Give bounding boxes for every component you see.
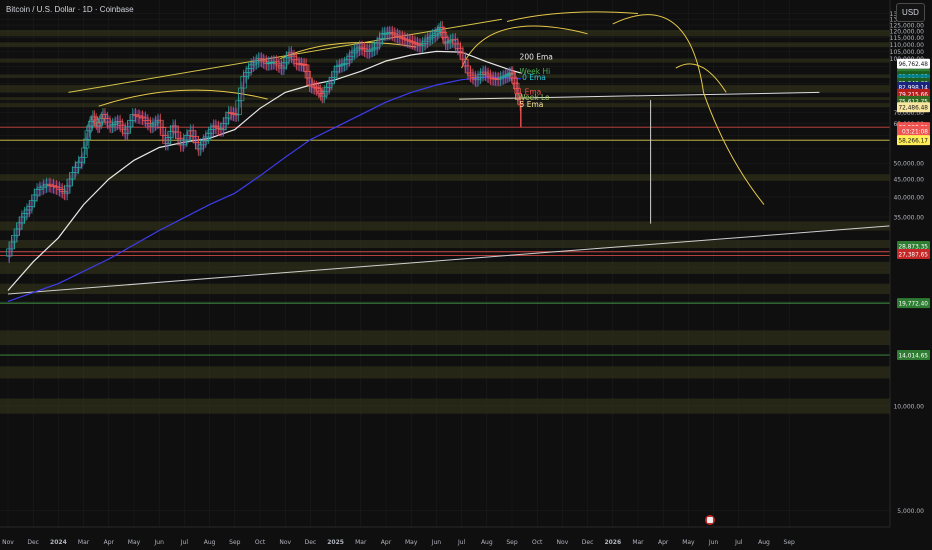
indicator-annotation: 0 Ema — [522, 73, 546, 82]
x-tick-label: Dec — [27, 539, 39, 546]
x-tick-label: 2026 — [604, 539, 621, 546]
x-tick-label: Aug — [204, 539, 216, 546]
y-tick-label: 50,000.00 — [893, 161, 924, 168]
price-zone — [0, 398, 890, 414]
price-zone — [0, 240, 890, 249]
support-resistance-zones — [0, 29, 890, 414]
x-tick-label: Dec — [305, 539, 317, 546]
x-tick-label: Sep — [784, 539, 796, 546]
x-tick-label: Aug — [758, 539, 770, 546]
price-tag-label: 27,387.65 — [898, 253, 928, 259]
time-axis: Nov Dec 2024 Mar Apr May Jun Jul Aug Sep Oct Nov Dec… — [0, 526, 890, 550]
event-flag-icon — [705, 515, 715, 525]
flag-icon — [707, 517, 713, 523]
y-tick-label: 105,000.00 — [890, 49, 925, 56]
x-tick-label: Sep — [506, 539, 518, 546]
x-tick-label: Apr — [658, 539, 669, 546]
price-zone — [0, 174, 890, 181]
price-zone — [0, 261, 890, 274]
indicator-annotation: 200 Ema — [520, 52, 553, 61]
price-zone — [0, 97, 890, 101]
x-tick-label: Mar — [632, 539, 644, 546]
indicator-annotations: 200 EmaWeek Hi0 EmaEmaLWeek Lo5 Ema — [515, 52, 553, 108]
x-tick-label: Jun — [431, 539, 442, 546]
x-tick-label: Oct — [532, 539, 543, 546]
x-tick-label: Jul — [180, 539, 189, 546]
x-tick-label: 2024 — [50, 539, 67, 546]
price-chart[interactable]: 200 EmaWeek Hi0 EmaEmaLWeek Lo5 Ema 135,… — [0, 0, 932, 550]
x-tick-label: Aug — [481, 539, 493, 546]
x-tick-label: Dec — [582, 539, 594, 546]
y-tick-label: 5,000.00 — [897, 508, 924, 515]
price-zone — [0, 283, 890, 295]
x-tick-label: Jul — [734, 539, 743, 546]
price-zone — [0, 85, 890, 93]
x-tick-label: 2025 — [327, 539, 344, 546]
price-zone — [0, 58, 890, 63]
x-tick-label: Apr — [381, 539, 392, 546]
price-zone — [0, 366, 890, 379]
y-tick-label: 10,000.00 — [893, 403, 924, 410]
x-tick-label: May — [405, 539, 418, 546]
price-zone — [0, 221, 890, 231]
y-tick-label: 35,000.00 — [893, 215, 924, 222]
y-tick-label: 45,000.00 — [893, 177, 924, 184]
price-tag-label: 58,266.17 — [898, 139, 928, 145]
x-tick-label: Nov — [557, 539, 569, 546]
price-tag-label: 14,014.65 — [898, 354, 928, 360]
x-tick-label: Apr — [104, 539, 115, 546]
x-tick-label: Jun — [708, 539, 719, 546]
price-tag-label: 72,486.48 — [898, 106, 928, 112]
x-tick-label: May — [682, 539, 695, 546]
x-tick-label: Sep — [229, 539, 241, 546]
price-tag-label: 96,762.48 — [898, 62, 928, 68]
price-zone — [0, 74, 890, 79]
price-zone — [0, 330, 890, 345]
y-tick-label: 40,000.00 — [893, 194, 924, 201]
price-tag-label: 03:21:08 — [902, 130, 928, 136]
x-tick-label: Oct — [255, 539, 266, 546]
x-tick-label: Jul — [457, 539, 466, 546]
currency-button[interactable]: USD — [896, 3, 925, 22]
price-tag-label: 19,772.40 — [898, 302, 928, 308]
x-tick-label: Mar — [355, 539, 367, 546]
x-tick-label: Nov — [279, 539, 291, 546]
x-tick-label: May — [128, 539, 141, 546]
price-zone — [0, 103, 890, 108]
x-tick-label: Jun — [154, 539, 165, 546]
y-tick-label: 110,000.00 — [890, 42, 925, 49]
x-tick-label: Nov — [2, 539, 14, 546]
x-tick-label: Mar — [78, 539, 90, 546]
chart-title: Bitcoin / U.S. Dollar · 1D · Coinbase — [6, 5, 134, 14]
indicator-annotation: 5 Ema — [520, 100, 544, 109]
